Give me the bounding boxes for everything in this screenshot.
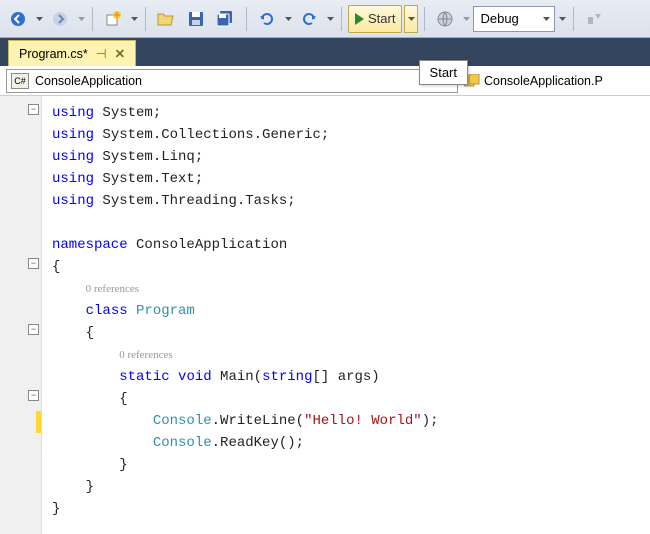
nav-forward-dropdown[interactable] [76, 17, 86, 21]
new-project-dropdown[interactable] [129, 17, 139, 21]
undo-dropdown[interactable] [283, 17, 293, 21]
code-area[interactable]: using System; using System.Collections.G… [42, 96, 650, 534]
separator [573, 7, 574, 31]
separator [92, 7, 93, 31]
redo-button[interactable] [295, 5, 323, 33]
fold-toggle[interactable]: − [28, 324, 39, 335]
configuration-dropdown[interactable]: Debug [473, 6, 555, 32]
open-file-button[interactable] [152, 5, 180, 33]
config-value: Debug [480, 11, 518, 26]
separator [145, 7, 146, 31]
start-dropdown[interactable] [404, 5, 418, 33]
member-nav-value: ConsoleApplication.P [484, 74, 603, 88]
new-project-button[interactable] [99, 5, 127, 33]
navigation-bar: C# ConsoleApplication ConsoleApplication… [0, 66, 650, 96]
fold-toggle[interactable]: − [28, 258, 39, 269]
tab-program-cs[interactable]: Program.cs* ⊣ ✕ [8, 40, 136, 66]
separator [424, 7, 425, 31]
redo-dropdown[interactable] [325, 17, 335, 21]
nav-back-button[interactable] [4, 5, 32, 33]
nav-back-dropdown[interactable] [34, 17, 44, 21]
editor-gutter: − − − − [0, 96, 42, 534]
browser-button[interactable] [431, 5, 459, 33]
code-editor[interactable]: − − − − using System; using System.Colle… [0, 96, 650, 534]
fold-toggle[interactable]: − [28, 390, 39, 401]
save-button[interactable] [182, 5, 210, 33]
save-all-button[interactable] [212, 5, 240, 33]
separator [246, 7, 247, 31]
member-nav-dropdown[interactable]: ConsoleApplication.P [464, 69, 644, 93]
config-options-dropdown[interactable] [557, 17, 567, 21]
separator [341, 7, 342, 31]
type-nav-value: ConsoleApplication [35, 74, 142, 88]
close-icon[interactable]: ✕ [115, 46, 125, 61]
pin-icon[interactable]: ⊣ [96, 46, 107, 61]
play-icon [355, 13, 364, 25]
main-toolbar: Start Debug [0, 0, 650, 38]
change-indicator [36, 411, 41, 433]
type-nav-dropdown[interactable]: C# ConsoleApplication [6, 69, 458, 93]
start-label: Start [368, 11, 395, 26]
document-tab-bar: Program.cs* ⊣ ✕ Start [0, 38, 650, 66]
start-tooltip: Start [419, 60, 468, 85]
tab-label: Program.cs* [19, 47, 88, 61]
step-button [580, 5, 608, 33]
csharp-icon: C# [11, 73, 29, 89]
nav-forward-button[interactable] [46, 5, 74, 33]
undo-button[interactable] [253, 5, 281, 33]
browser-dropdown[interactable] [461, 17, 471, 21]
start-button[interactable]: Start [348, 5, 402, 33]
fold-toggle[interactable]: − [28, 104, 39, 115]
